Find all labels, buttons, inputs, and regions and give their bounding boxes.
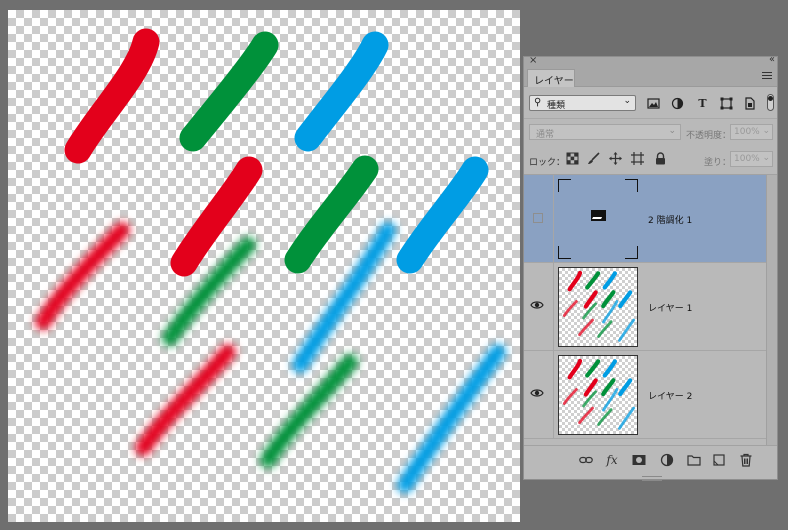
search-icon: ⚲ [534,97,542,108]
panel-resize-grip[interactable] [642,476,662,481]
adjustment-filter-icon[interactable] [671,97,684,110]
lock-transparency-icon[interactable] [566,152,579,165]
layers-list: 2 階調化 1 レイヤー 1 レイヤー 2 [524,175,766,445]
document-canvas[interactable] [8,10,520,522]
soft-brush-stroke [260,354,358,468]
collapse-icon[interactable]: ‹‹ [769,54,775,65]
hard-brush-stroke [179,31,279,152]
new-layer-icon[interactable] [712,453,726,467]
blend-mode-value: 通常 [536,130,555,140]
layer-name[interactable]: レイヤー 1 [648,301,692,314]
threshold-icon [591,210,606,221]
thumbnail-stroke [597,320,613,338]
thumbnail-stroke [562,388,578,405]
thumbnail-stroke [601,378,616,397]
hard-brush-stroke [64,28,160,164]
layer-row-threshold[interactable]: 2 階調化 1 [524,175,766,263]
lock-label: ロック： [529,158,566,168]
hard-brush-stroke [396,156,489,274]
thumbnail-stroke [602,271,618,290]
folder-icon[interactable] [687,453,701,467]
type-filter-icon[interactable]: T [696,97,709,110]
layers-scrollbar[interactable] [766,175,777,445]
layer-name[interactable]: 2 階調化 1 [648,213,692,226]
layer-thumbnail [558,355,638,435]
adjustment-layer-thumbnail [558,179,638,259]
smart-object-filter-icon[interactable] [743,97,756,110]
layer-filter-row: ⚲ 種類 ⌄ T [524,88,777,119]
filter-toggle[interactable] [767,94,774,111]
thumbnail-stroke [601,290,616,309]
thumbnail-stroke [567,358,583,380]
lock-all-icon[interactable] [654,152,667,165]
panel-bottom-bar: fx [524,445,777,474]
visibility-toggle[interactable] [524,263,554,350]
layers-panel: × ‹‹ レイヤー ⚲ 種類 ⌄ T 通常 ⌄ 不透明度： 100% ⌄ ロック… [523,54,778,481]
filter-kind-label: 種類 [547,101,566,111]
eye-icon [530,387,544,402]
layer-row-layer1[interactable]: レイヤー 1 [524,263,766,351]
fx-icon[interactable]: fx [605,453,619,467]
thumbnail-stroke [618,378,633,397]
lock-position-icon[interactable] [609,152,622,165]
soft-brush-stroke [35,222,130,330]
hard-brush-stroke [294,31,389,152]
fill-label: 塗り： [704,158,732,168]
lock-pixels-icon[interactable] [587,152,600,165]
layer-row-layer2[interactable]: レイヤー 2 [524,351,766,439]
fill-value: 100% [734,154,760,164]
thumbnail-stroke [602,359,618,378]
blend-row: 通常 ⌄ 不透明度： 100% ⌄ [524,119,777,145]
filter-kind-select[interactable]: ⚲ 種類 ⌄ [529,95,636,111]
chevron-down-icon: ⌄ [668,126,676,136]
mask-icon[interactable] [632,453,646,467]
panel-tab-row: レイヤー [524,68,777,87]
lock-row: ロック： 塗り： 100% ⌄ [524,146,777,175]
thumbnail-stroke [578,406,594,425]
close-icon[interactable]: × [529,55,537,66]
link-icon[interactable] [579,453,593,467]
opacity-field[interactable]: 100% ⌄ [730,124,773,140]
visibility-toggle[interactable] [524,175,554,262]
thumbnail-stroke [585,271,601,290]
layer-thumbnail [558,267,638,347]
hard-brush-stroke [284,155,379,274]
lock-artboard-icon[interactable] [631,152,644,165]
chevron-down-icon: ⌄ [762,153,770,163]
adjustment-icon[interactable] [660,453,674,467]
chevron-down-icon: ⌄ [762,126,770,136]
layer-name[interactable]: レイヤー 2 [648,389,692,402]
soft-brush-stroke [397,344,506,493]
trash-icon[interactable] [739,453,753,467]
thumbnail-stroke [578,318,594,337]
blend-mode-select[interactable]: 通常 ⌄ [529,124,681,140]
thumbnail-stroke [618,318,636,342]
eye-icon [530,299,544,314]
thumbnail-stroke [567,270,583,292]
visibility-toggle[interactable] [524,351,554,438]
opacity-label: 不透明度： [686,131,732,141]
chevron-down-icon: ⌄ [623,96,631,106]
tab-layers[interactable]: レイヤー [527,69,575,87]
panel-menu-icon[interactable] [762,72,772,81]
thumbnail-stroke [585,359,601,378]
thumbnail-stroke [618,406,636,430]
soft-brush-stroke [135,344,236,456]
thumbnail-stroke [618,290,633,309]
thumbnail-stroke [597,408,613,426]
opacity-value: 100% [734,127,760,137]
brush-strokes [35,28,506,493]
fill-field[interactable]: 100% ⌄ [730,151,773,167]
image-filter-icon[interactable] [647,97,660,110]
shape-filter-icon[interactable] [720,97,733,110]
visibility-off-box [533,213,543,223]
thumbnail-stroke [562,300,578,317]
